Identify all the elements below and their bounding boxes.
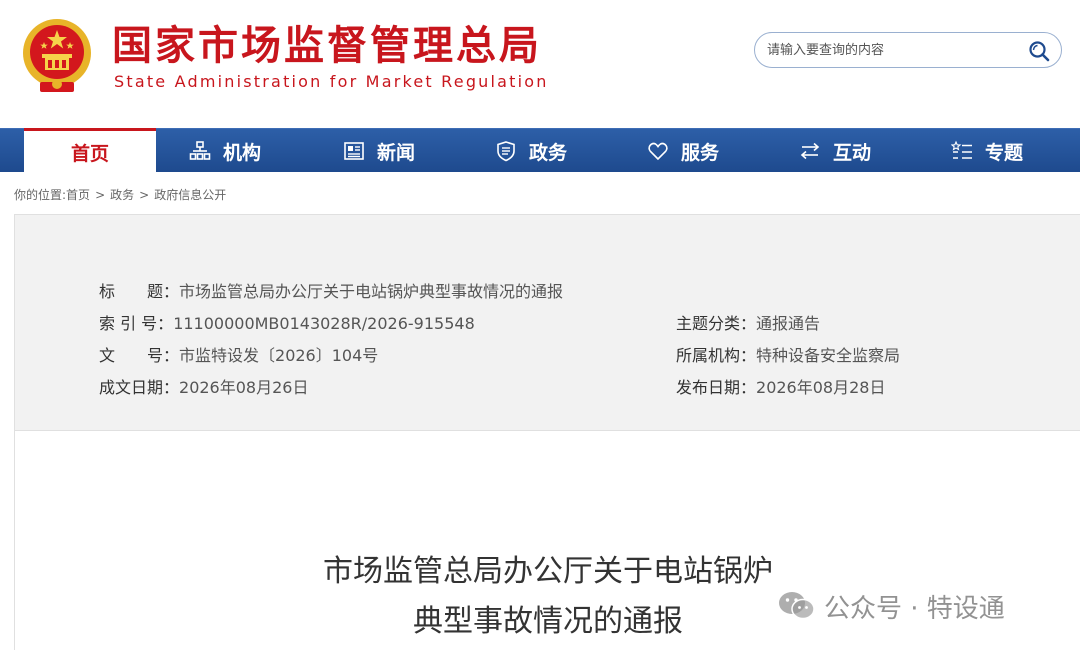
national-emblem-icon[interactable] (20, 16, 94, 96)
nav-item-interaction[interactable]: 互动 (776, 129, 894, 173)
meta-title-row: 标 题：市场监管总局办公厅关于电站锅炉典型事故情况的通报 (99, 282, 563, 302)
nav-item-label: 政务 (528, 141, 567, 164)
main-nav: 首页 机构 新闻 政务 服务 互动 专题 (0, 128, 1080, 173)
breadcrumb-home[interactable]: 首页 (66, 188, 90, 202)
meta-index-value: 11100000MB0143028R/2026-915548 (173, 314, 475, 333)
meta-doc-no-label: 文 号： (99, 346, 180, 365)
meta-index-label: 索 引 号： (99, 314, 174, 333)
wechat-icon (779, 592, 815, 620)
star-list-icon (950, 140, 972, 159)
nav-item-label: 专题 (984, 141, 1023, 164)
exchange-arrows-icon (800, 142, 820, 160)
meta-publish-row: 发布日期：2026年08月28日 (676, 378, 885, 398)
search-box (754, 32, 1062, 68)
nav-item-label: 首页 (70, 142, 109, 165)
nav-item-home[interactable]: 首页 (24, 128, 156, 173)
nav-item-services[interactable]: 服务 (624, 129, 742, 173)
meta-publish-value: 2026年08月28日 (756, 378, 886, 397)
meta-topic-label: 主题分类： (676, 314, 757, 333)
breadcrumb-government[interactable]: 政务 (110, 188, 134, 202)
wechat-watermark: 公众号 · 特设通 (778, 588, 1005, 624)
breadcrumb-public-info[interactable]: 政府信息公开 (154, 188, 226, 202)
nav-item-label: 新闻 (376, 141, 415, 164)
document-metadata-panel: 标 题：市场监管总局办公厅关于电站锅炉典型事故情况的通报 索 引 号：11100… (14, 214, 1080, 431)
meta-date-written-label: 成文日期： (99, 378, 180, 397)
breadcrumb-prefix: 你的位置: (14, 188, 67, 202)
nav-item-label: 服务 (680, 141, 719, 164)
org-chart-icon (189, 141, 211, 160)
newspaper-icon (344, 142, 364, 160)
meta-agency-label: 所属机构： (676, 346, 757, 365)
meta-doc-no-value: 市监特设发〔2026〕104号 (179, 346, 379, 365)
nav-item-news[interactable]: 新闻 (320, 129, 438, 173)
meta-agency-value: 特种设备安全监察局 (756, 346, 901, 365)
meta-title-value: 市场监管总局办公厅关于电站锅炉典型事故情况的通报 (179, 282, 564, 301)
nav-item-organization[interactable]: 机构 (166, 129, 284, 173)
meta-topic-row: 主题分类：通报通告 (676, 314, 820, 334)
meta-agency-row: 所属机构：特种设备安全监察局 (676, 346, 900, 366)
shield-book-icon (497, 141, 515, 162)
meta-date-written-value: 2026年08月26日 (179, 378, 309, 397)
breadcrumb: 你的位置:首页 > 政务 > 政府信息公开 (14, 186, 226, 203)
meta-date-written-row: 成文日期：2026年08月26日 (99, 378, 308, 398)
site-header: 国家市场监督管理总局 State Administration for Mark… (0, 0, 1080, 128)
search-icon[interactable] (1027, 39, 1051, 63)
meta-index-row: 索 引 号：11100000MB0143028R/2026-915548 (99, 314, 475, 334)
nav-item-label: 互动 (832, 141, 871, 164)
site-title-cn[interactable]: 国家市场监督管理总局 (112, 22, 542, 70)
breadcrumb-separator: > (139, 188, 150, 202)
breadcrumb-separator: > (95, 188, 106, 202)
search-input[interactable] (767, 39, 1017, 61)
meta-topic-value: 通报通告 (756, 314, 821, 333)
nav-item-government[interactable]: 政务 (472, 129, 590, 173)
watermark-text: 公众号 · 特设通 (824, 593, 1005, 624)
nav-item-label: 机构 (222, 141, 261, 164)
nav-item-topics[interactable]: 专题 (928, 129, 1046, 173)
heart-icon (648, 142, 668, 161)
meta-publish-label: 发布日期： (676, 378, 757, 397)
meta-doc-no-row: 文 号：市监特设发〔2026〕104号 (99, 346, 378, 366)
meta-title-label: 标 题： (99, 282, 180, 301)
site-title-en: State Administration for Market Regulati… (114, 72, 549, 91)
